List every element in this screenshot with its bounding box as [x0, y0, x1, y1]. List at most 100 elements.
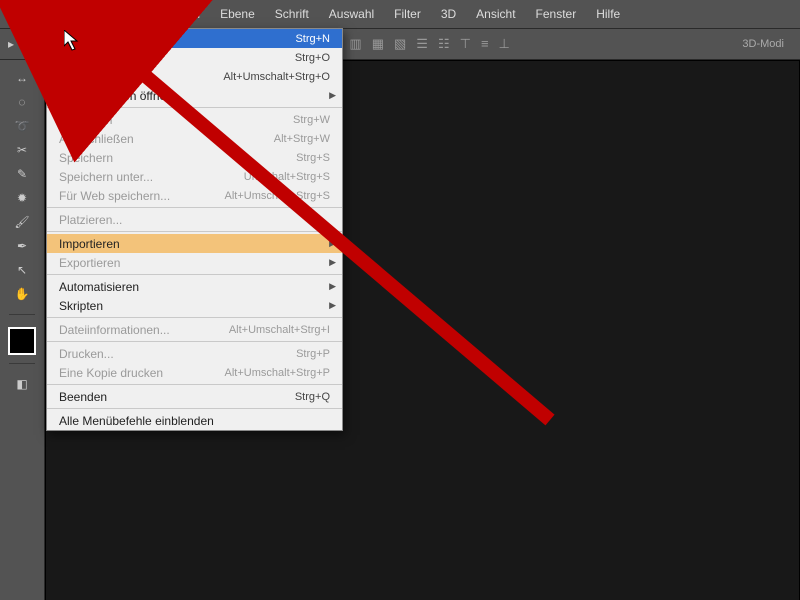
app-logo[interactable]: Ps [0, 0, 44, 28]
menu-item-schlie-en: SchließenStrg+W [47, 110, 342, 129]
menu-datei[interactable]: Datei [44, 0, 92, 28]
menu-item-shortcut: Strg+P [296, 348, 330, 360]
menu-fenster[interactable]: Fenster [526, 0, 587, 28]
menu-item-neu[interactable]: Neu...Strg+N [47, 29, 342, 48]
menu-item-speichern: SpeichernStrg+S [47, 148, 342, 167]
menu-item-label: Letzte Dateien öffnen [59, 89, 330, 103]
menu-item-platzieren: Platzieren... [47, 210, 342, 229]
submenu-arrow-icon: ▶ [329, 257, 336, 268]
menubar: Ps DateiBearbeitenBildEbeneSchriftAuswah… [0, 0, 800, 29]
path-select-tool[interactable]: ↖ [7, 258, 37, 282]
spot-heal-tool[interactable]: ✹ [7, 186, 37, 210]
distribute-v-icon[interactable]: ☷ [438, 36, 450, 52]
menu-item-label: Dateiinformationen... [59, 323, 229, 337]
menu-item-label: Alle Menübefehle einblenden [59, 414, 330, 428]
menu-item-dateiinformationen: Dateiinformationen...Alt+Umschalt+Strg+I [47, 320, 342, 339]
menu-3d[interactable]: 3D [431, 0, 466, 28]
menu-item-label: Für Web speichern... [59, 189, 225, 203]
file-menu-dropdown: Neu...Strg+NÖffnen...Strg+OÖffnen als...… [46, 28, 343, 431]
menu-item-label: Eine Kopie drucken [59, 366, 225, 380]
menu-item-alle-schlie-en: Alle schließenAlt+Strg+W [47, 129, 342, 148]
menu-filter[interactable]: Filter [384, 0, 431, 28]
menu-item-shortcut: Alt+Umschalt+Strg+O [223, 71, 330, 83]
menu-item-shortcut: Umschalt+Strg+S [244, 171, 330, 183]
menu-item-skripten[interactable]: Skripten▶ [47, 296, 342, 315]
menu-item-speichern-unter: Speichern unter...Umschalt+Strg+S [47, 167, 342, 186]
menu-item-automatisieren[interactable]: Automatisieren▶ [47, 277, 342, 296]
hand-tool[interactable]: ✋ [7, 282, 37, 306]
tool-panel: ↔◌➰✂✎✹🖌✒↖✋ ◧ [0, 60, 45, 600]
menu-item-shortcut: Alt+Umschalt+Strg+I [229, 324, 330, 336]
menu-item-label: Platzieren... [59, 213, 330, 227]
toolbar-separator [9, 363, 35, 364]
menu-item-label: Beenden [59, 390, 295, 404]
lasso-tool[interactable]: ➰ [7, 114, 37, 138]
menu-item-ffnen-als[interactable]: Öffnen als...Alt+Umschalt+Strg+O [47, 67, 342, 86]
submenu-arrow-icon: ▶ [329, 90, 336, 101]
menu-auswahl[interactable]: Auswahl [319, 0, 384, 28]
menu-item-beenden[interactable]: BeendenStrg+Q [47, 387, 342, 406]
submenu-arrow-icon: ▶ [329, 281, 336, 292]
marquee-tool[interactable]: ◌ [7, 90, 37, 114]
menu-ebene[interactable]: Ebene [210, 0, 265, 28]
align-mid-icon[interactable]: ≡ [481, 36, 489, 52]
align-top-icon[interactable]: ⊤ [460, 36, 471, 52]
menu-separator [47, 408, 342, 409]
menu-item-alle-men-befehle-einblenden[interactable]: Alle Menübefehle einblenden [47, 411, 342, 430]
menu-item-label: Öffnen... [59, 51, 295, 65]
menu-item-f-r-web-speichern: Für Web speichern...Alt+Umschalt+Strg+S [47, 186, 342, 205]
svg-text:Ps: Ps [16, 10, 27, 20]
crop-tool[interactable]: ✂ [7, 138, 37, 162]
menu-item-label: Skripten [59, 299, 330, 313]
menu-separator [47, 384, 342, 385]
distribute-h-icon[interactable]: ☰ [416, 36, 428, 52]
menu-item-letzte-dateien-ffnen[interactable]: Letzte Dateien öffnen▶ [47, 86, 342, 105]
menu-schrift[interactable]: Schrift [265, 0, 319, 28]
menu-separator [47, 341, 342, 342]
brush-tool[interactable]: 🖌 [7, 210, 37, 234]
align-icons: ▥ ▦ ▧ ☰ ☷ ⊤ ≡ ⊥ [349, 36, 509, 52]
menu-item-shortcut: Alt+Umschalt+Strg+S [225, 190, 330, 202]
menu-item-label: Exportieren [59, 256, 330, 270]
menu-item-shortcut: Strg+N [295, 33, 330, 45]
menu-separator [47, 274, 342, 275]
menu-ansicht[interactable]: Ansicht [466, 0, 525, 28]
menu-item-ffnen[interactable]: Öffnen...Strg+O [47, 48, 342, 67]
menu-item-shortcut: Strg+Q [295, 391, 330, 403]
mode-label[interactable]: 3D-Modi [734, 38, 792, 50]
quickmask-icon[interactable]: ◧ [7, 372, 37, 396]
tool-preset-arrow-icon[interactable]: ▸ [8, 37, 28, 51]
color-swatch[interactable] [8, 327, 36, 355]
menu-item-eine-kopie-drucken: Eine Kopie druckenAlt+Umschalt+Strg+P [47, 363, 342, 382]
menu-item-label: Schließen [59, 113, 293, 127]
eyedropper-tool[interactable]: ✎ [7, 162, 37, 186]
align-right-icon[interactable]: ▧ [394, 36, 406, 52]
menu-separator [47, 317, 342, 318]
menu-item-exportieren: Exportieren▶ [47, 253, 342, 272]
menu-item-importieren[interactable]: Importieren▶ [47, 234, 342, 253]
menu-item-shortcut: Alt+Strg+W [274, 133, 330, 145]
menu-item-label: Alle schließen [59, 132, 274, 146]
menu-bearbeiten[interactable]: Bearbeiten [92, 0, 170, 28]
menu-item-label: Speichern [59, 151, 296, 165]
submenu-arrow-icon: ▶ [329, 238, 336, 249]
align-center-icon[interactable]: ▦ [372, 36, 384, 52]
menu-separator [47, 107, 342, 108]
menu-bild[interactable]: Bild [170, 0, 210, 28]
app-window: Ps DateiBearbeitenBildEbeneSchriftAuswah… [0, 0, 800, 600]
menu-item-label: Importieren [59, 237, 330, 251]
pen-tool[interactable]: ✒ [7, 234, 37, 258]
menu-item-label: Öffnen als... [59, 70, 223, 84]
menu-separator [47, 207, 342, 208]
align-left-icon[interactable]: ▥ [349, 36, 361, 52]
menu-item-label: Drucken... [59, 347, 296, 361]
menu-item-drucken: Drucken...Strg+P [47, 344, 342, 363]
submenu-arrow-icon: ▶ [329, 300, 336, 311]
move-tool[interactable]: ↔ [7, 66, 37, 90]
menu-item-shortcut: Strg+S [296, 152, 330, 164]
menu-hilfe[interactable]: Hilfe [586, 0, 630, 28]
menu-separator [47, 231, 342, 232]
menu-item-label: Speichern unter... [59, 170, 244, 184]
align-bot-icon[interactable]: ⊥ [499, 36, 510, 52]
menu-item-label: Neu... [59, 32, 295, 46]
